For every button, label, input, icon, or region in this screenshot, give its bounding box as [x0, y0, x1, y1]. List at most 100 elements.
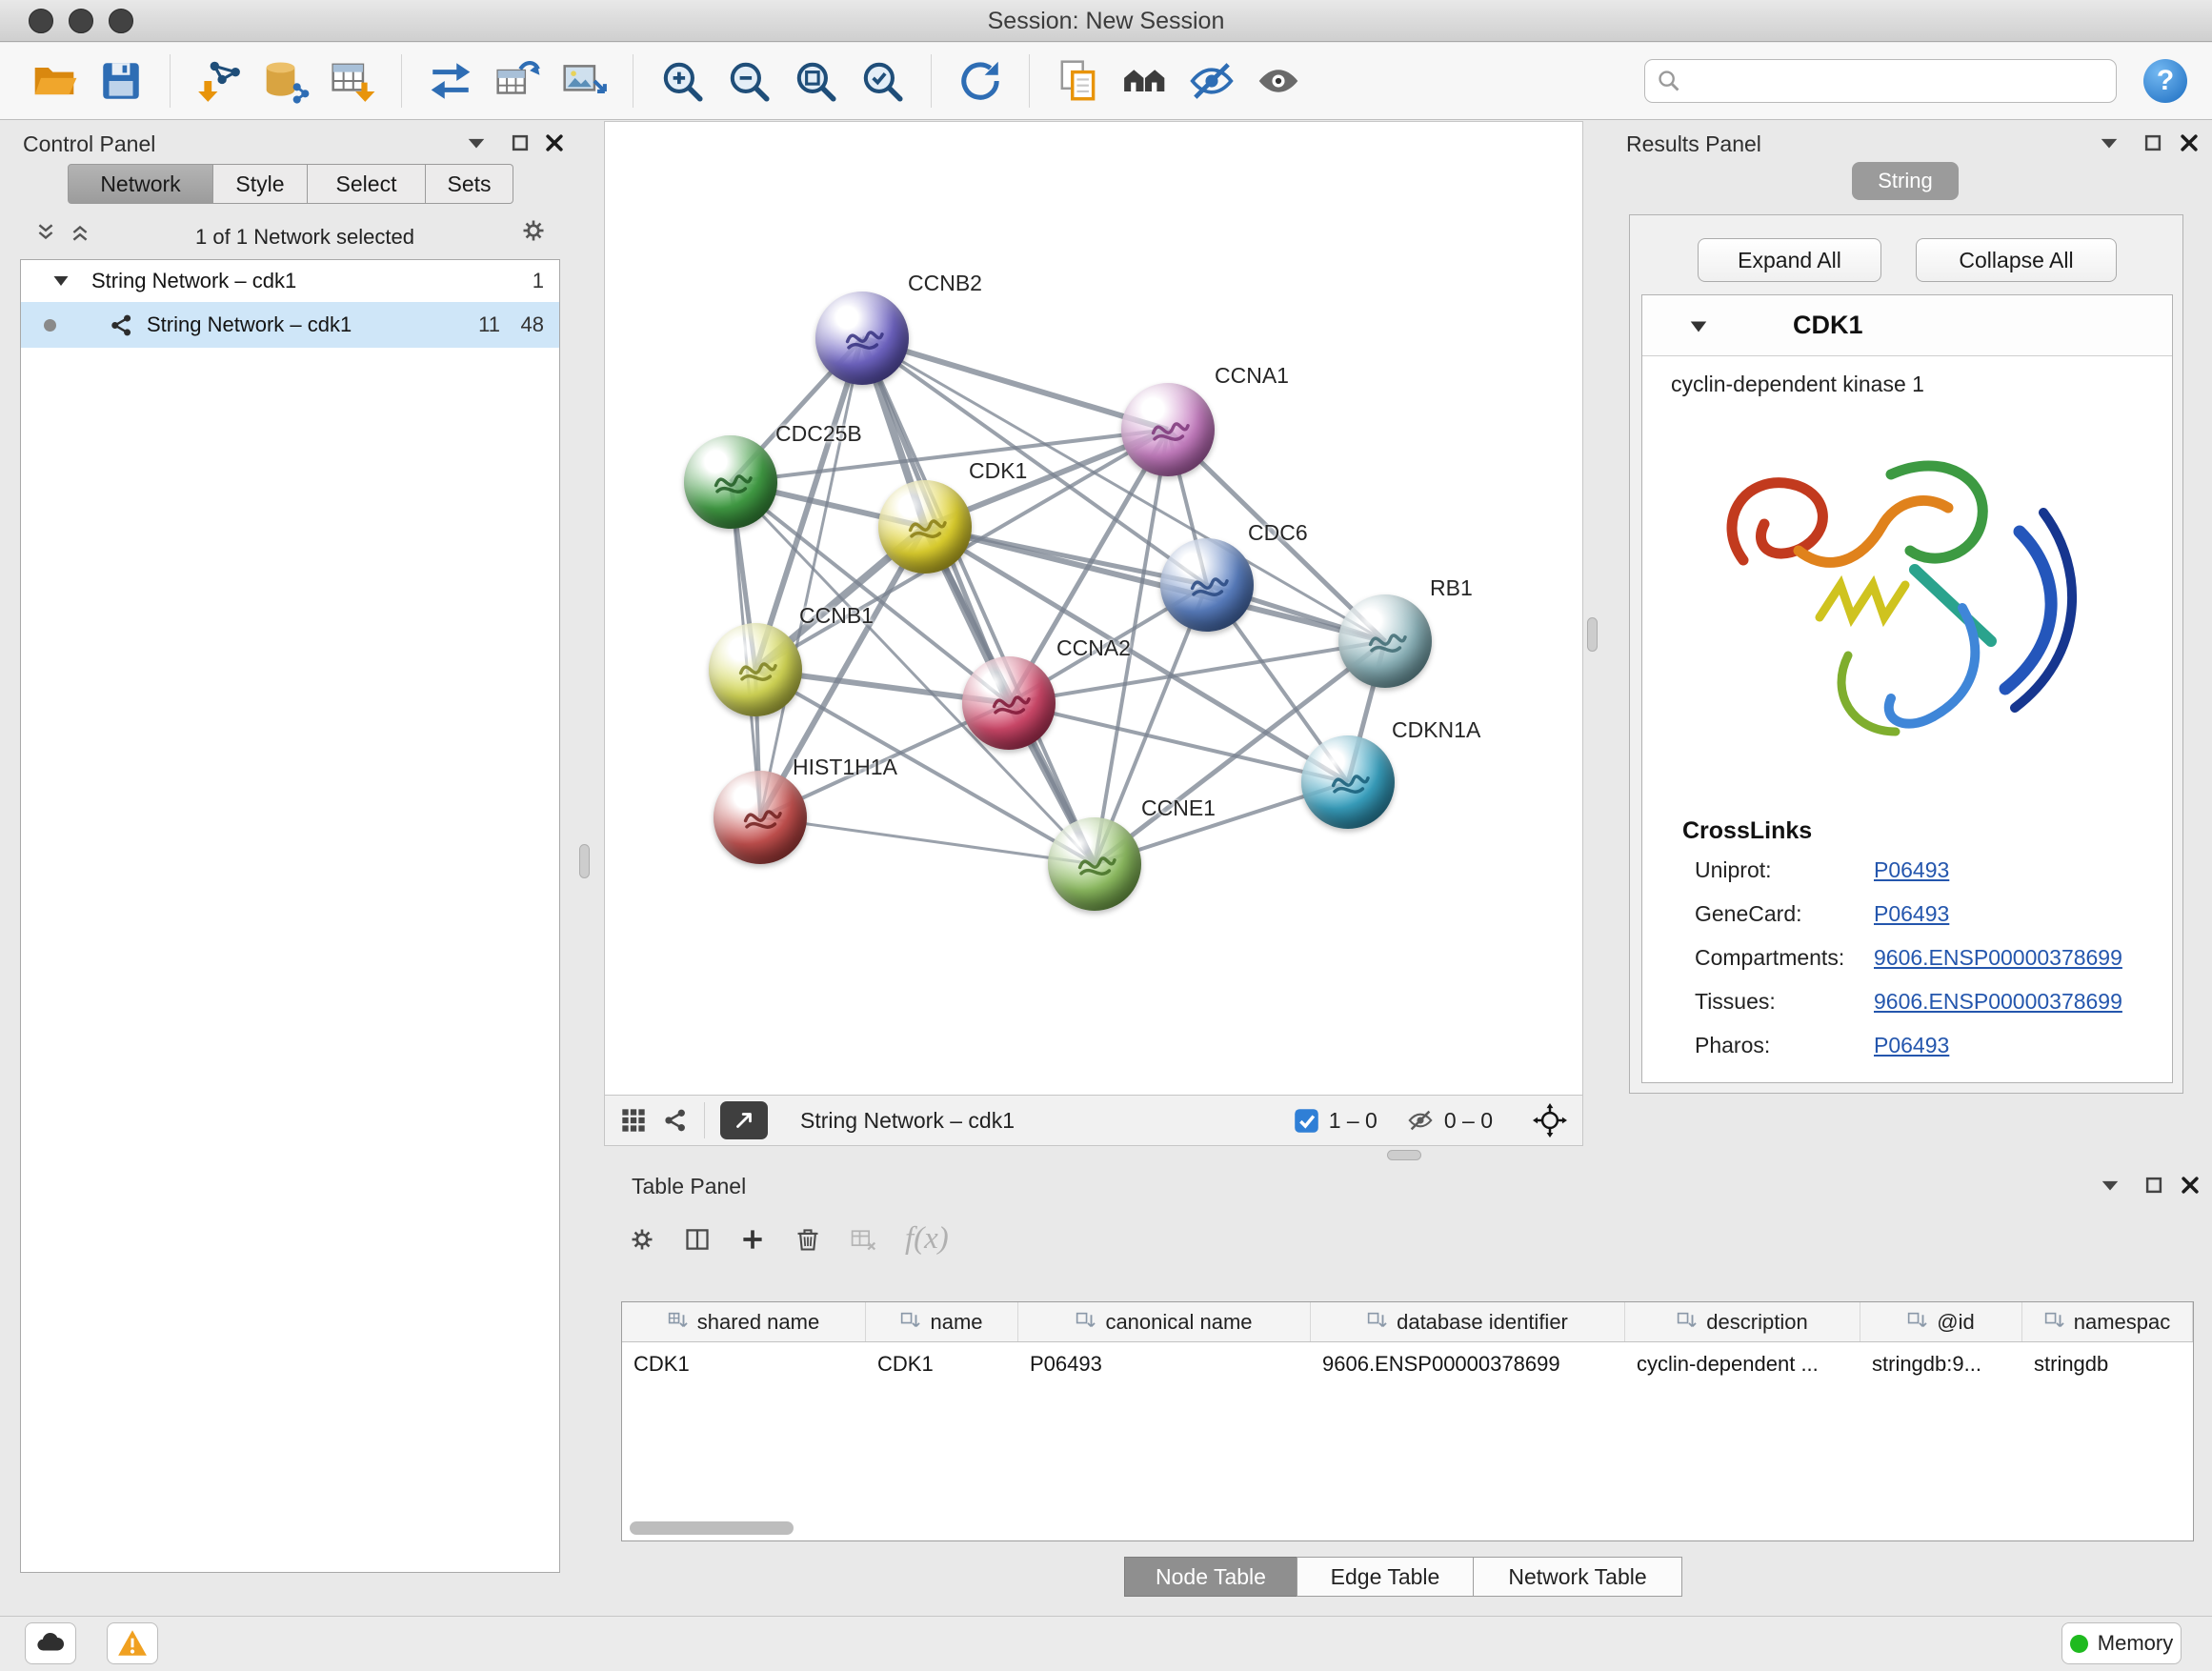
crosslink-link[interactable]: P06493: [1874, 1033, 1949, 1058]
open-session-button[interactable]: [25, 51, 84, 111]
tab-node-table[interactable]: Node Table: [1124, 1557, 1297, 1597]
tree-expander-icon[interactable]: [51, 272, 70, 291]
network-edge-count: 48: [521, 312, 544, 337]
column-header-namespace[interactable]: namespac: [2022, 1302, 2193, 1341]
tab-edge-table[interactable]: Edge Table: [1297, 1557, 1474, 1597]
expand-all-networks-button[interactable]: [67, 219, 93, 246]
results-panel-close-button[interactable]: [2176, 130, 2202, 156]
network-node-hist1h1a[interactable]: [714, 771, 807, 864]
new-network-button[interactable]: [421, 51, 480, 111]
crosslink-link[interactable]: 9606.ENSP00000378699: [1874, 945, 2122, 971]
import-network-from-database-button[interactable]: [256, 51, 315, 111]
grid-view-button[interactable]: [620, 1107, 647, 1134]
cloud-status-button[interactable]: [25, 1622, 76, 1664]
network-node-cdkn1a[interactable]: [1301, 735, 1395, 829]
eye-slash-icon[interactable]: [1406, 1106, 1435, 1135]
vertical-splitter-handle[interactable]: [579, 844, 590, 878]
network-node-cdc6[interactable]: [1160, 538, 1254, 632]
fit-content-button[interactable]: [786, 51, 845, 111]
control-panel-collapse-button[interactable]: [463, 130, 490, 156]
table-panel-close-button[interactable]: [2177, 1172, 2203, 1198]
network-node-cdc25b[interactable]: [684, 435, 777, 529]
cell-canonical-name[interactable]: P06493: [1018, 1352, 1311, 1377]
save-session-button[interactable]: [91, 51, 151, 111]
collapse-all-button[interactable]: Collapse All: [1916, 238, 2117, 282]
cell-id[interactable]: stringdb:9...: [1860, 1352, 2022, 1377]
column-header-description[interactable]: description: [1625, 1302, 1860, 1341]
tab-select[interactable]: Select: [308, 164, 426, 204]
import-table-from-file-button[interactable]: [323, 51, 382, 111]
pan-crosshair-button[interactable]: [1533, 1103, 1567, 1137]
network-overview-button[interactable]: [662, 1107, 689, 1134]
column-header-name[interactable]: name: [866, 1302, 1018, 1341]
network-node-ccnb1[interactable]: [709, 623, 802, 716]
network-node-ccnb2[interactable]: [815, 292, 909, 385]
cell-namespace[interactable]: stringdb: [2022, 1352, 2193, 1377]
show-columns-button[interactable]: [684, 1226, 711, 1253]
horizontal-splitter-handle[interactable]: [1387, 1150, 1421, 1160]
search-input[interactable]: [1689, 69, 2104, 93]
gene-card-header[interactable]: CDK1: [1642, 295, 2172, 356]
cell-description[interactable]: cyclin-dependent ...: [1625, 1352, 1860, 1377]
crosslink-link[interactable]: P06493: [1874, 857, 1949, 883]
control-panel-close-button[interactable]: [541, 130, 568, 156]
refresh-layout-button[interactable]: [951, 51, 1010, 111]
expand-all-button[interactable]: Expand All: [1698, 238, 1881, 282]
warnings-button[interactable]: [107, 1622, 158, 1664]
tab-style[interactable]: Style: [213, 164, 308, 204]
network-node-ccna2[interactable]: [962, 656, 1056, 750]
control-panel-title: Control Panel: [23, 131, 155, 157]
network-node-rb1[interactable]: [1338, 594, 1432, 688]
new-network-from-selection-button[interactable]: [488, 51, 547, 111]
table-row[interactable]: CDK1 CDK1 P06493 9606.ENSP00000378699 cy…: [622, 1342, 2193, 1386]
network-row-selected[interactable]: String Network – cdk1 11 48: [21, 302, 559, 348]
checkbox-icon[interactable]: [1294, 1108, 1319, 1134]
cell-shared-name[interactable]: CDK1: [622, 1352, 866, 1377]
column-header-shared-name[interactable]: shared name: [622, 1302, 866, 1341]
network-collection-row[interactable]: String Network – cdk1 1: [21, 260, 559, 302]
network-options-gear-button[interactable]: [520, 217, 547, 244]
zoom-in-button[interactable]: [653, 51, 712, 111]
export-image-button[interactable]: [554, 51, 613, 111]
network-node-label: CCNE1: [1141, 795, 1216, 821]
memory-button[interactable]: Memory: [2061, 1622, 2182, 1664]
network-canvas[interactable]: CCNB2CCNA1CDC25BCDK1CDC6RB1CCNB1CCNA2CDK…: [604, 121, 1583, 1095]
results-tab-string[interactable]: String: [1852, 162, 1959, 200]
double-chevron-up-icon: [70, 222, 90, 243]
help-button[interactable]: ?: [2143, 59, 2187, 103]
results-splitter-handle[interactable]: [1587, 617, 1598, 652]
zoom-out-button[interactable]: [719, 51, 778, 111]
zoom-selected-button[interactable]: [853, 51, 912, 111]
results-panel-collapse-button[interactable]: [2096, 130, 2122, 156]
tab-network-table[interactable]: Network Table: [1473, 1557, 1682, 1597]
tab-network[interactable]: Network: [68, 164, 213, 204]
show-all-button[interactable]: [1249, 51, 1308, 111]
detach-view-button[interactable]: [720, 1101, 768, 1139]
delete-column-button[interactable]: [794, 1226, 821, 1253]
table-panel-collapse-button[interactable]: [2097, 1172, 2123, 1198]
network-node-cdk1[interactable]: [878, 480, 972, 574]
network-node-ccna1[interactable]: [1121, 383, 1215, 476]
collapse-all-networks-button[interactable]: [32, 219, 59, 246]
selected-counts-text: 1 – 0: [1329, 1108, 1377, 1134]
column-header-id[interactable]: @id: [1860, 1302, 2022, 1341]
cell-database-identifier[interactable]: 9606.ENSP00000378699: [1311, 1352, 1625, 1377]
crosslink-link[interactable]: P06493: [1874, 901, 1949, 927]
crosslink-link[interactable]: 9606.ENSP00000378699: [1874, 989, 2122, 1015]
first-neighbors-button[interactable]: [1116, 51, 1175, 111]
copy-button[interactable]: [1049, 51, 1108, 111]
column-header-database-identifier[interactable]: database identifier: [1311, 1302, 1625, 1341]
add-column-button[interactable]: [739, 1226, 766, 1253]
results-panel-float-button[interactable]: [2140, 130, 2166, 156]
network-node-ccne1[interactable]: [1048, 817, 1141, 911]
table-panel-float-button[interactable]: [2141, 1172, 2167, 1198]
horizontal-scrollbar-thumb[interactable]: [630, 1521, 794, 1535]
hide-selection-button[interactable]: [1182, 51, 1241, 111]
control-panel-float-button[interactable]: [507, 130, 533, 156]
column-header-canonical-name[interactable]: canonical name: [1018, 1302, 1311, 1341]
cell-name[interactable]: CDK1: [866, 1352, 1018, 1377]
tab-sets[interactable]: Sets: [426, 164, 513, 204]
import-network-from-file-button[interactable]: [190, 51, 249, 111]
chevron-down-icon[interactable]: [1688, 316, 1709, 337]
table-options-gear-button[interactable]: [629, 1226, 655, 1253]
